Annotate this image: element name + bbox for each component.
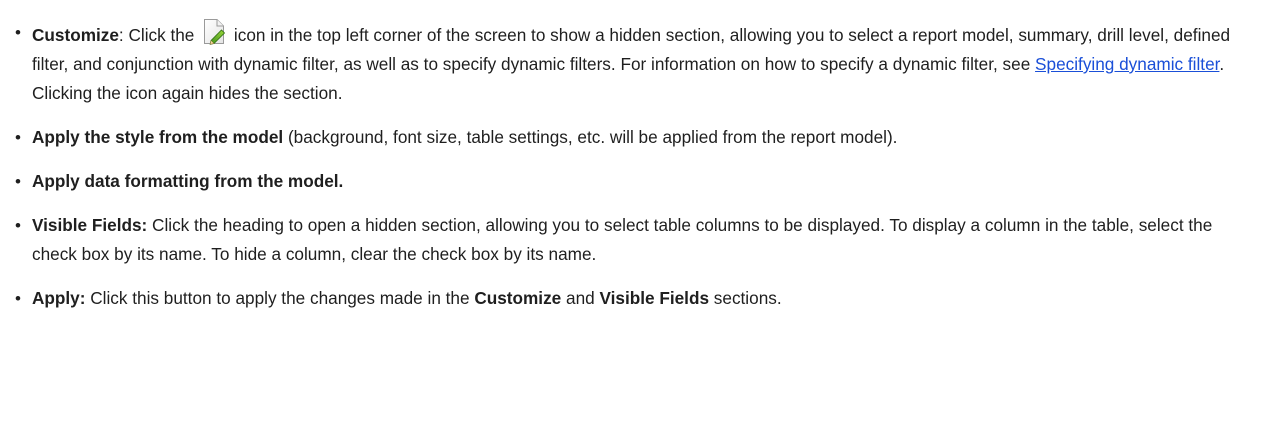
- paragraph-apply-formatting: Apply data formatting from the model.: [32, 167, 1258, 196]
- paragraph-visible-fields: Visible Fields: Click the heading to ope…: [32, 211, 1258, 269]
- text-segment: Click this button to apply the changes m…: [85, 288, 475, 308]
- term-customize: Customize: [32, 25, 119, 45]
- text-segment: (background, font size, table settings, …: [283, 127, 898, 147]
- term-apply: Apply:: [32, 288, 86, 308]
- document-edit-icon[interactable]: [202, 18, 226, 45]
- paragraph-apply: Apply: Click this button to apply the ch…: [32, 284, 1258, 313]
- term-visible-fields: Visible Fields:: [32, 215, 148, 235]
- paragraph-customize: Customize: Click the icon in the top lef…: [32, 18, 1258, 108]
- list-item-apply: • Apply: Click this button to apply the …: [13, 284, 1258, 313]
- paragraph-apply-style: Apply the style from the model (backgrou…: [32, 123, 1258, 152]
- term-apply-style: Apply the style from the model: [32, 127, 284, 147]
- list-item-apply-formatting: • Apply data formatting from the model.: [13, 167, 1258, 196]
- list-item-customize: • Customize: Click the icon in the top l…: [13, 18, 1258, 108]
- text-segment: sections.: [709, 288, 782, 308]
- bullet: •: [15, 23, 21, 42]
- document-body: • Customize: Click the icon in the top l…: [0, 0, 1276, 313]
- text-segment: and: [561, 288, 600, 308]
- list-item-visible-fields: • Visible Fields: Click the heading to o…: [13, 211, 1258, 269]
- text-segment: Click the heading to open a hidden secti…: [32, 215, 1213, 264]
- bullet: •: [15, 128, 21, 147]
- text-segment: Click the: [123, 25, 200, 45]
- term-visible-fields-ref: Visible Fields: [599, 288, 710, 308]
- bullet: •: [15, 172, 21, 191]
- list-item-apply-style: • Apply the style from the model (backgr…: [13, 123, 1258, 152]
- term-customize-ref: Customize: [474, 288, 562, 308]
- specifying-dynamic-filter-link[interactable]: Specifying dynamic filter: [1035, 54, 1219, 74]
- term-apply-formatting: Apply data formatting from the model.: [32, 171, 344, 191]
- bullet: •: [15, 289, 21, 308]
- bullet: •: [15, 216, 21, 235]
